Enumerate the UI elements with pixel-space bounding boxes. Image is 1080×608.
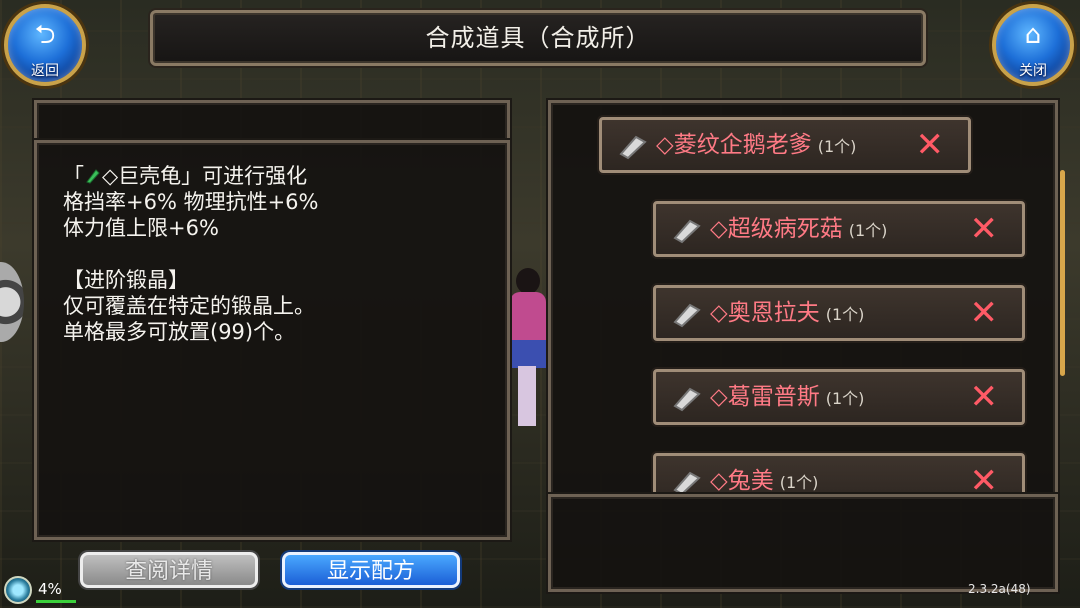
list-item[interactable]: ◇超级病死菇 (1个) ✕ — [653, 201, 1025, 257]
desc-line-2: 格挡率+6% 物理抗性+6% — [63, 190, 319, 214]
desc-line-5: 仅可覆盖在特定的锻晶上。 — [63, 294, 315, 318]
crystal-icon — [86, 169, 100, 184]
result-panel — [548, 494, 1058, 592]
remove-icon[interactable]: ✕ — [916, 120, 945, 170]
crystal-icon — [673, 303, 701, 328]
view-details-button[interactable]: 查阅详情 — [80, 552, 258, 588]
description-panel: 「◇巨壳龟」可进行强化 格挡率+6% 物理抗性+6% 体力值上限+6% 【进阶锻… — [34, 140, 510, 540]
remove-icon[interactable]: ✕ — [970, 288, 999, 338]
player-character — [506, 268, 552, 428]
crystal-icon — [673, 471, 701, 495]
desc-line-3: 体力值上限+6% — [63, 216, 219, 240]
version-label: 2.3.2a(48) — [968, 582, 1031, 596]
list-item[interactable]: ◇葛雷普斯 (1个) ✕ — [653, 369, 1025, 425]
left-panel-header — [34, 100, 510, 140]
back-label: 返回 — [31, 63, 59, 79]
show-recipe-button[interactable]: 显示配方 — [282, 552, 460, 588]
desc-line-6: 单格最多可放置(99)个。 — [63, 320, 296, 344]
back-button[interactable]: ⮌ 返回 — [4, 4, 86, 86]
close-label: 关闭 — [1019, 63, 1047, 79]
title-bar: 合成道具（合成所） — [150, 10, 926, 66]
material-list-panel[interactable]: ◇菱纹企鹅老爹 (1个) ✕ ◇超级病死菇 (1个) ✕ ◇奥恩拉夫 (1个) ✕ ◇… — [548, 100, 1058, 498]
back-arrow-icon: ⮌ — [34, 20, 56, 50]
status-orb-icon — [4, 576, 32, 604]
status-percent: 4% — [38, 580, 62, 598]
item-description: 「◇巨壳龟」可进行强化 格挡率+6% 物理抗性+6% 体力值上限+6% 【进阶锻… — [63, 163, 487, 345]
remove-icon[interactable]: ✕ — [970, 456, 999, 495]
crystal-icon — [673, 219, 701, 244]
list-scrollbar[interactable] — [1060, 170, 1065, 376]
status-progress-bar — [36, 600, 76, 603]
desc-line-1: 「◇巨壳龟」可进行强化 — [63, 164, 308, 188]
close-button[interactable]: ⌂ 关闭 — [992, 4, 1074, 86]
page-title: 合成道具（合成所） — [425, 24, 651, 52]
home-icon: ⌂ — [1024, 20, 1042, 50]
crystal-icon — [619, 135, 647, 160]
list-item[interactable]: ◇奥恩拉夫 (1个) ✕ — [653, 285, 1025, 341]
list-item[interactable]: ◇兔美 (1个) ✕ — [653, 453, 1025, 495]
desc-line-4: 【进阶锻晶】 — [63, 268, 189, 292]
crystal-icon — [673, 387, 701, 412]
remove-icon[interactable]: ✕ — [970, 372, 999, 422]
list-item[interactable]: ◇菱纹企鹅老爹 (1个) ✕ — [599, 117, 971, 173]
remove-icon[interactable]: ✕ — [970, 204, 999, 254]
